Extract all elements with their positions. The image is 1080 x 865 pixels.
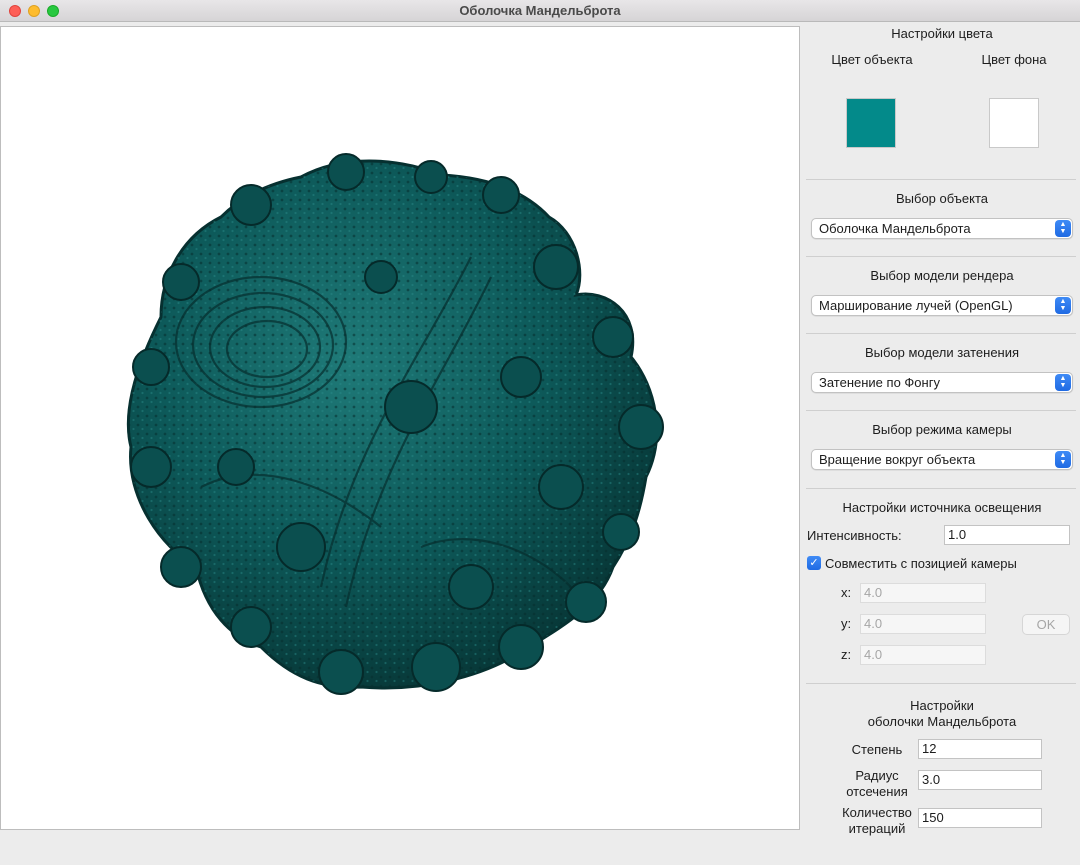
- divider: [806, 488, 1076, 489]
- power-input[interactable]: 12: [918, 739, 1042, 759]
- radius-input[interactable]: 3.0: [918, 770, 1042, 790]
- shading-select[interactable]: Затенение по Фонгу ▲ ▼: [811, 372, 1073, 393]
- light-x-label: x:: [841, 585, 852, 600]
- render-viewport[interactable]: [0, 26, 800, 830]
- divider: [806, 410, 1076, 411]
- divider: [806, 256, 1076, 257]
- render-select[interactable]: Марширование лучей (OpenGL) ▲ ▼: [811, 295, 1073, 316]
- shading-select-value: Затенение по Фонгу: [819, 375, 940, 390]
- select-arrows-icon: ▲ ▼: [1055, 220, 1071, 237]
- select-arrows-icon: ▲ ▼: [1055, 297, 1071, 314]
- intensity-input[interactable]: 1.0: [944, 525, 1070, 545]
- camera-select-value: Вращение вокруг объекта: [819, 452, 976, 467]
- color-settings-title: Настройки цвета: [891, 26, 993, 41]
- divider: [806, 683, 1076, 684]
- light-y-input[interactable]: 4.0: [860, 614, 986, 634]
- radius-label-line2: отсечения: [846, 784, 908, 799]
- match-camera-label: Совместить с позицией камеры: [825, 556, 1017, 571]
- shading-select-title: Выбор модели затенения: [864, 345, 1020, 360]
- iterations-input[interactable]: 150: [918, 808, 1042, 828]
- select-arrows-icon: ▲ ▼: [1055, 374, 1071, 391]
- light-z-label: z:: [841, 647, 852, 662]
- light-settings-title: Настройки источника освещения: [842, 500, 1042, 515]
- select-arrows-icon: ▲ ▼: [1055, 451, 1071, 468]
- object-color-swatch[interactable]: [846, 98, 896, 148]
- render-select-value: Марширование лучей (OpenGL): [819, 298, 1013, 313]
- light-x-input[interactable]: 4.0: [860, 583, 986, 603]
- power-label: Степень: [851, 742, 903, 757]
- object-select-title: Выбор объекта: [895, 191, 988, 206]
- object-select-value: Оболочка Мандельброта: [819, 221, 971, 236]
- mandelbulb-settings-title-line2: оболочки Мандельброта: [867, 714, 1017, 729]
- divider: [806, 179, 1076, 180]
- camera-select[interactable]: Вращение вокруг объекта ▲ ▼: [811, 449, 1073, 470]
- light-y-label: y:: [841, 616, 852, 631]
- light-ok-button[interactable]: OK: [1022, 614, 1070, 635]
- title-bar: Оболочка Мандельброта: [0, 0, 1080, 22]
- camera-select-title: Выбор режима камеры: [872, 422, 1012, 437]
- object-color-label: Цвет объекта: [831, 52, 913, 67]
- divider: [806, 333, 1076, 334]
- background-color-label: Цвет фона: [981, 52, 1047, 67]
- object-select[interactable]: Оболочка Мандельброта ▲ ▼: [811, 218, 1073, 239]
- radius-label-line1: Радиус: [855, 768, 899, 783]
- mandelbulb-settings-title-line1: Настройки: [910, 698, 974, 713]
- background-color-swatch[interactable]: [989, 98, 1039, 148]
- iterations-label-line1: Количество: [842, 805, 912, 820]
- mandelbulb-render: [126, 153, 664, 695]
- render-select-title: Выбор модели рендера: [870, 268, 1014, 283]
- app-window: Оболочка Мандельброта Настройки цвета Цв…: [0, 0, 1080, 865]
- settings-panel: Настройки цвета Цвет объекта Цвет фона В…: [804, 22, 1080, 865]
- intensity-label: Интенсивность:: [807, 528, 902, 543]
- iterations-label-line2: итераций: [848, 821, 906, 836]
- match-camera-checkbox[interactable]: ✓: [807, 556, 821, 570]
- light-z-input[interactable]: 4.0: [860, 645, 986, 665]
- window-title: Оболочка Мандельброта: [459, 3, 621, 18]
